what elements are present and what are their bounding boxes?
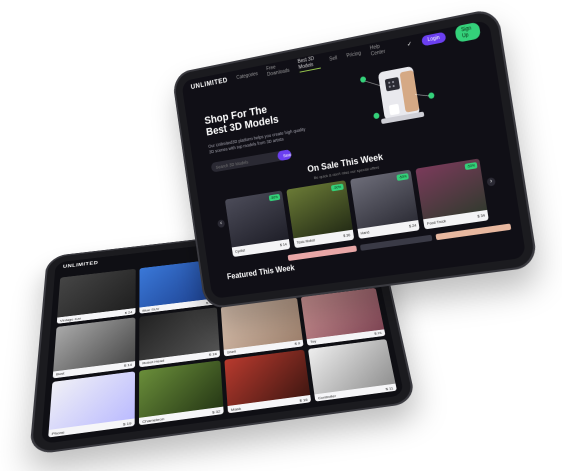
sale-card[interactable]: -50% Hand $ 24 [349, 169, 421, 239]
tile-price: $ 11 [385, 385, 394, 391]
sale-card[interactable]: -50% Toxic Robot $ 36 [286, 180, 354, 249]
nav-link-pricing[interactable]: Pricing [346, 51, 361, 60]
front-tablet: UNLIMITED Categories Free Downloads Best… [171, 7, 539, 310]
featured-strip-item[interactable] [287, 245, 358, 262]
tile-price: $ 14 [123, 362, 133, 368]
featured-title: Featured This Week [226, 263, 296, 282]
tile-label: Shell [226, 349, 237, 355]
site-logo[interactable]: UNLIMITED [190, 77, 228, 91]
discount-badge: -50% [396, 173, 410, 181]
tile-price: $ 9 [294, 341, 301, 346]
discount-badge: -50% [464, 162, 478, 171]
tile-label: Vintage Car [59, 316, 82, 323]
tile-price: $ 19 [122, 420, 132, 427]
grid-tile[interactable]: Chameleon $ 32 [138, 360, 224, 426]
tile-label: Chameleon [142, 415, 165, 424]
tile-label: Bust [55, 371, 65, 377]
login-button[interactable]: Login [420, 31, 447, 47]
card-name: Hand [360, 230, 370, 236]
sale-card[interactable]: -50% Cyclist $ 14 [224, 190, 291, 258]
card-price: $ 24 [408, 223, 417, 229]
nav-link-sell[interactable]: Sell [329, 55, 338, 62]
tile-price: $ 16 [299, 396, 308, 403]
card-price: $ 34 [477, 213, 486, 219]
front-tablet-screen: UNLIMITED Categories Free Downloads Best… [181, 19, 527, 299]
grid-tile[interactable]: Phone $ 19 [48, 370, 136, 438]
card-price: $ 14 [279, 242, 287, 248]
card-name: Toxic Robot [296, 238, 316, 245]
hero-title: Shop For The Best 3D Models [204, 90, 342, 138]
grid-tile[interactable]: Mask $ 16 [224, 349, 312, 414]
search-button[interactable]: Search [276, 149, 292, 162]
back-logo: UNLIMITED [62, 261, 99, 270]
card-price: $ 36 [343, 233, 351, 239]
search-input[interactable] [210, 151, 279, 173]
tile-label: Blue SUV [142, 306, 160, 313]
carousel-prev-icon[interactable]: ‹ [217, 219, 226, 229]
tile-price: $ 32 [211, 408, 221, 415]
coffee-machine-image [359, 65, 435, 125]
grid-tile[interactable]: Bust $ 14 [52, 317, 136, 379]
tile-label: Toy [309, 338, 317, 344]
carousel-next-icon[interactable]: › [486, 177, 496, 187]
signup-button[interactable]: Sign Up [454, 21, 482, 43]
nav-link-help[interactable]: Help Center [370, 42, 389, 58]
top-nav: UNLIMITED Categories Free Downloads Best… [181, 20, 491, 97]
tile-label: Phone [51, 429, 65, 436]
card-name: Food Truck [426, 219, 447, 226]
grid-tile[interactable]: Shell $ 9 [220, 297, 304, 357]
grid-tile[interactable]: Vintage Car $ 24 [56, 268, 136, 325]
cart-icon[interactable]: ✓ [406, 40, 413, 48]
tile-label: Controller [317, 392, 337, 400]
discount-badge: -50% [331, 183, 344, 192]
nav-link-best-models[interactable]: Best 3D Models [297, 54, 322, 73]
sale-card[interactable]: -50% Food Truck $ 34 [415, 158, 489, 230]
tile-label: Robot Head [142, 358, 165, 366]
tile-price: $ 21 [373, 330, 383, 336]
grid-tile[interactable]: Toy $ 21 [300, 288, 386, 346]
discount-badge: -50% [268, 193, 281, 202]
nav-link-free-downloads[interactable]: Free Downloads [266, 62, 290, 78]
grid-tile[interactable]: Controller $ 11 [307, 338, 397, 402]
grid-tile[interactable]: Robot Head $ 18 [139, 307, 221, 368]
card-name: Cyclist [234, 248, 246, 254]
tile-price: $ 18 [208, 351, 217, 357]
tile-price: $ 24 [124, 309, 133, 315]
tile-label: Mask [230, 405, 242, 412]
nav-link-categories[interactable]: Categories [236, 71, 258, 81]
